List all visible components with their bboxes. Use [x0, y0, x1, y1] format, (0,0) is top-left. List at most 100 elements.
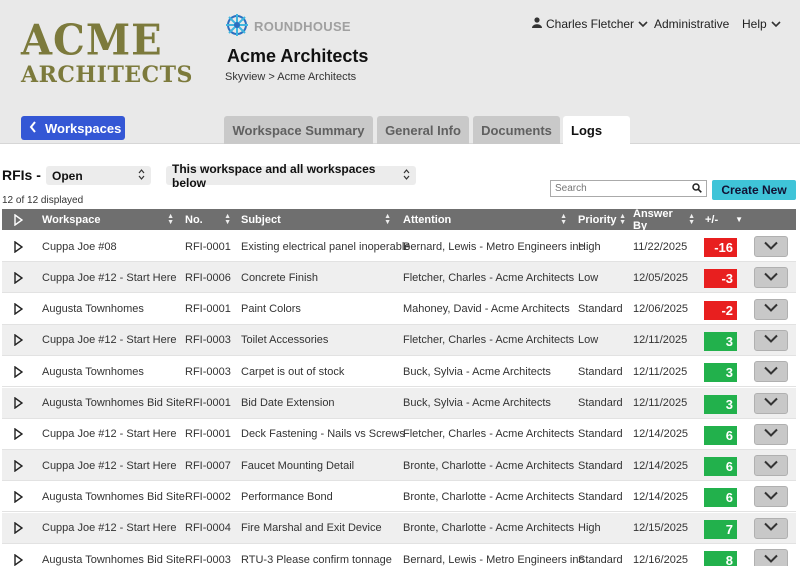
tab-logs[interactable]: Logs	[563, 116, 630, 144]
search-box[interactable]	[550, 180, 707, 197]
row-actions-button[interactable]	[754, 361, 788, 383]
chevron-down-icon	[638, 17, 648, 31]
table-row[interactable]: Augusta Townhomes Bid Site RFI-0003 RTU-3 …	[2, 544, 796, 566]
nav-administrative[interactable]: Administrative	[654, 17, 729, 31]
search-icon[interactable]	[692, 182, 702, 196]
cell-no: RFI-0001	[185, 428, 231, 441]
row-actions-button[interactable]	[754, 392, 788, 414]
days-delta-badge: 7	[704, 519, 737, 539]
cell-answer-by: 12/11/2025	[633, 334, 688, 347]
column-subject[interactable]: Subject ▲ ▼	[241, 209, 391, 230]
column-priority[interactable]: Priority ▲ ▼	[578, 209, 626, 230]
expand-row-icon[interactable]	[14, 231, 23, 262]
column-no[interactable]: No. ▲ ▼	[185, 209, 231, 230]
company-logo: ACME ARCHITECTS	[21, 19, 193, 90]
cell-no: RFI-0003	[185, 365, 231, 378]
cell-subject: Carpet is out of stock	[241, 365, 345, 378]
row-actions-button[interactable]	[754, 329, 788, 351]
table-row[interactable]: Augusta Townhomes RFI-0001 Paint Colors Mah…	[2, 294, 796, 325]
user-name: Charles Fletcher	[546, 17, 635, 31]
table-row[interactable]: Cuppa Joe #12 - Start Here RFI-0006 Concre…	[2, 262, 796, 294]
cell-priority: High	[578, 522, 601, 535]
table-row[interactable]: Cuppa Joe #08 RFI-0001 Existing electrical…	[2, 231, 796, 262]
expand-row-icon[interactable]	[14, 419, 23, 450]
expand-all-icon[interactable]	[14, 209, 28, 230]
tab-workspace-summary[interactable]: Workspace Summary	[224, 116, 373, 144]
cell-subject: RTU-3 Please confirm tonnage	[241, 553, 392, 566]
cell-workspace: Augusta Townhomes	[42, 303, 144, 316]
cell-priority: Low	[578, 271, 599, 284]
table-row[interactable]: Cuppa Joe #12 - Start Here RFI-0003 Toilet…	[2, 324, 796, 356]
days-delta-badge: 3	[704, 394, 737, 414]
cell-no: RFI-0003	[185, 553, 231, 566]
row-actions-button[interactable]	[754, 298, 788, 320]
cell-answer-by: 12/14/2025	[633, 459, 689, 472]
chevron-down-icon	[764, 334, 778, 346]
column-answer-by[interactable]: Answer By ▲ ▼	[633, 207, 695, 232]
cell-attention: Bernard, Lewis - Metro Engineers inc	[403, 240, 584, 253]
table-row[interactable]: Augusta Townhomes Bid Site RFI-0001 Bid Da…	[2, 387, 796, 419]
cell-no: RFI-0003	[185, 334, 231, 347]
expand-row-icon[interactable]	[14, 513, 23, 544]
column-workspace-label: Workspace	[42, 213, 101, 226]
scope-select-value: This workspace and all workspaces below	[172, 161, 376, 190]
row-actions-button[interactable]	[754, 486, 788, 508]
row-actions-button[interactable]	[754, 549, 788, 566]
chevron-down-icon	[764, 522, 778, 534]
cell-no: RFI-0007	[185, 459, 231, 472]
row-actions-button[interactable]	[754, 267, 788, 289]
search-input[interactable]	[555, 183, 675, 194]
cell-workspace: Augusta Townhomes Bid Site	[42, 490, 185, 503]
cell-answer-by: 12/05/2025	[633, 271, 689, 284]
column-answer-by-label: Answer By	[633, 207, 673, 232]
expand-row-icon[interactable]	[14, 388, 23, 419]
help-menu[interactable]: Help	[742, 17, 781, 31]
tab-documents[interactable]: Documents	[473, 116, 560, 144]
expand-row-icon[interactable]	[14, 544, 23, 566]
user-menu[interactable]: Charles Fletcher	[532, 17, 648, 31]
expand-row-icon[interactable]	[14, 481, 23, 512]
chevron-down-icon	[764, 460, 778, 472]
scope-select[interactable]: This workspace and all workspaces below	[166, 162, 416, 190]
row-actions-button[interactable]	[754, 455, 788, 477]
chevron-down-icon	[764, 241, 778, 253]
table-row[interactable]: Augusta Townhomes Bid Site RFI-0002 Perfor…	[2, 481, 796, 513]
cell-attention: Buck, Sylvia - Acme Architects	[403, 397, 551, 409]
cell-priority: High	[578, 240, 601, 253]
table-header: Workspace ▲ ▼ No. ▲ ▼ Subject ▲ ▼ Attention…	[2, 207, 796, 232]
sort-icon: ▲ ▼	[167, 212, 174, 226]
cell-subject: Toilet Accessories	[241, 334, 329, 347]
cell-priority: Standard	[578, 428, 623, 441]
days-delta-badge: -3	[704, 269, 737, 289]
cell-no: RFI-0001	[185, 303, 231, 316]
chevron-down-icon	[771, 17, 781, 31]
expand-row-icon[interactable]	[14, 450, 23, 481]
row-actions-button[interactable]	[754, 423, 788, 445]
cell-workspace: Augusta Townhomes Bid Site	[42, 553, 185, 566]
expand-row-icon[interactable]	[14, 325, 23, 356]
column-workspace[interactable]: Workspace ▲ ▼	[42, 209, 174, 230]
breadcrumb[interactable]: Skyview > Acme Architects	[225, 71, 356, 83]
expand-row-icon[interactable]	[14, 356, 23, 387]
row-actions-button[interactable]	[754, 236, 788, 257]
create-new-button[interactable]: Create New	[712, 180, 796, 200]
status-select[interactable]: Open	[46, 166, 151, 185]
expand-row-icon[interactable]	[14, 294, 23, 325]
days-delta-badge: -16	[704, 238, 737, 257]
cell-priority: Standard	[578, 365, 623, 378]
tab-general-info[interactable]: General Info	[377, 116, 469, 144]
row-actions-button[interactable]	[754, 517, 788, 539]
sort-icon: ▲ ▼	[688, 212, 695, 226]
table-row[interactable]: Augusta Townhomes RFI-0003 Carpet is out o…	[2, 356, 796, 388]
table-row[interactable]: Cuppa Joe #12 - Start Here RFI-0007 Faucet…	[2, 450, 796, 482]
table-row[interactable]: Cuppa Joe #12 - Start Here RFI-0004 Fire M…	[2, 512, 796, 544]
column-delta[interactable]: +/- ▼	[705, 209, 743, 230]
column-attention[interactable]: Attention ▲ ▼	[403, 209, 567, 230]
page-title: Acme Architects	[227, 46, 369, 66]
expand-row-icon[interactable]	[14, 262, 23, 293]
header: ACME ARCHITECTS ROUNDHOUSE Acme Architec…	[0, 0, 800, 144]
workspaces-button[interactable]: Workspaces	[21, 116, 125, 140]
table-row[interactable]: Cuppa Joe #12 - Start Here RFI-0001 Deck F…	[2, 419, 796, 450]
cell-answer-by: 12/15/2025	[633, 522, 689, 535]
cell-no: RFI-0001	[185, 397, 231, 409]
